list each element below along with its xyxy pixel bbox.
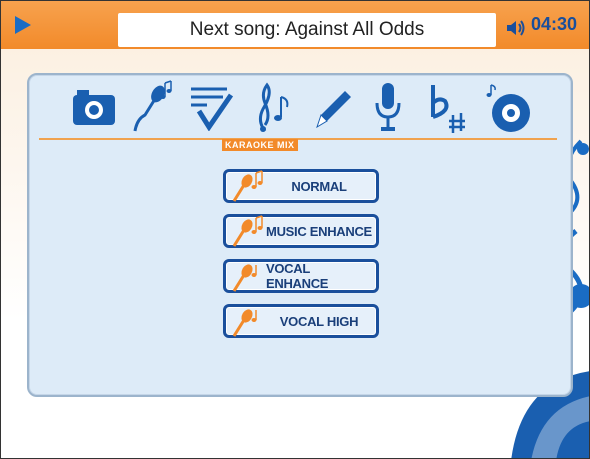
music-enhance-button[interactable]: MUSIC ENHANCE — [223, 214, 379, 248]
music-note-icon[interactable] — [251, 81, 297, 135]
karaoke-screen: Next song: Against All Odds 04:30 KARAOK… — [0, 0, 590, 459]
disc-icon[interactable] — [481, 81, 533, 135]
option-label: MUSIC ENHANCE — [266, 223, 372, 239]
microphone-icon[interactable] — [371, 81, 405, 135]
active-tab-label: KARAOKE MIX — [222, 139, 298, 151]
microphone-icon — [232, 309, 257, 337]
microphone-icon — [232, 264, 257, 292]
speaker-icon[interactable] — [505, 19, 527, 37]
toolbar-divider — [39, 138, 557, 140]
karaoke-mic-icon — [232, 170, 263, 202]
karaoke-mic-icon — [232, 215, 263, 247]
option-label: NORMAL — [291, 178, 347, 194]
pencil-icon[interactable] — [311, 85, 355, 131]
key-flat-sharp-icon[interactable] — [427, 83, 471, 135]
time-display: 04:30 — [531, 14, 578, 34]
checklist-icon[interactable] — [189, 85, 235, 131]
toolbar — [41, 79, 541, 139]
top-bar: Next song: Against All Odds 04:30 — [1, 1, 589, 49]
vocal-enhance-button[interactable]: VOCAL ENHANCE — [223, 259, 379, 293]
karaoke-mic-icon[interactable] — [131, 79, 177, 135]
next-song-display: Next song: Against All Odds — [118, 13, 496, 47]
vocal-high-button[interactable]: VOCAL HIGH — [223, 304, 379, 338]
option-label: VOCAL ENHANCE — [266, 261, 329, 291]
camera-icon[interactable] — [71, 87, 117, 127]
normal-button[interactable]: NORMAL — [223, 169, 379, 203]
play-icon[interactable] — [15, 16, 31, 34]
option-label: VOCAL HIGH — [279, 313, 359, 329]
